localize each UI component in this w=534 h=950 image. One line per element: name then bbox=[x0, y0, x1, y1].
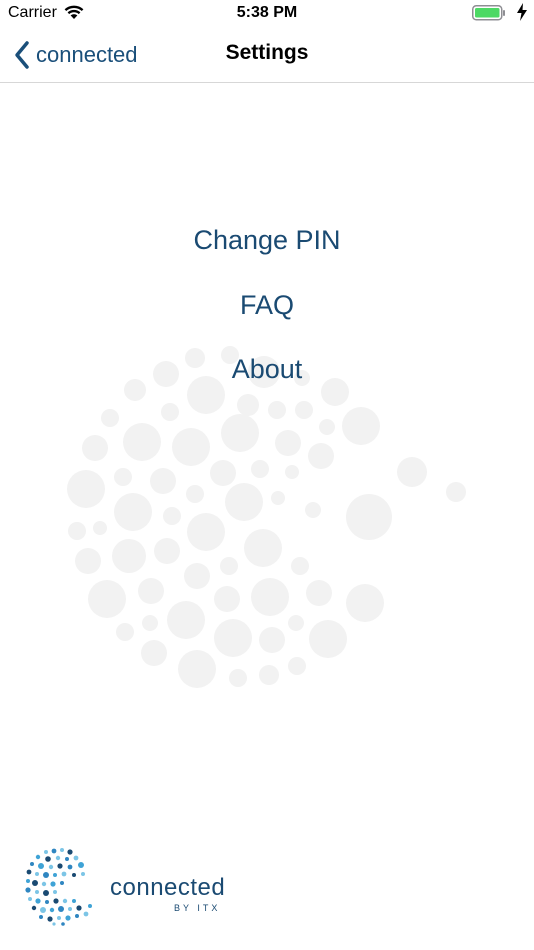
logo-wordmark: connected bbox=[110, 874, 226, 901]
about-item[interactable]: About bbox=[0, 349, 534, 389]
logo-subtext: BY ITX bbox=[174, 903, 221, 913]
settings-menu: Change PIN FAQ About bbox=[0, 220, 534, 414]
status-bar: Carrier 5:38 PM bbox=[0, 0, 534, 28]
dots-watermark-graphic bbox=[67, 346, 466, 688]
faq-item[interactable]: FAQ bbox=[0, 285, 534, 325]
clock: 5:38 PM bbox=[236, 4, 298, 21]
connected-logo: connected BY ITX bbox=[24, 846, 234, 926]
navigation-bar: connected Settings bbox=[0, 28, 534, 83]
page-title: Settings bbox=[225, 41, 309, 64]
charging-bolt-icon bbox=[516, 3, 528, 26]
battery-icon bbox=[472, 5, 506, 26]
change-pin-item[interactable]: Change PIN bbox=[0, 220, 534, 260]
connected-logo-mark bbox=[25, 848, 92, 926]
